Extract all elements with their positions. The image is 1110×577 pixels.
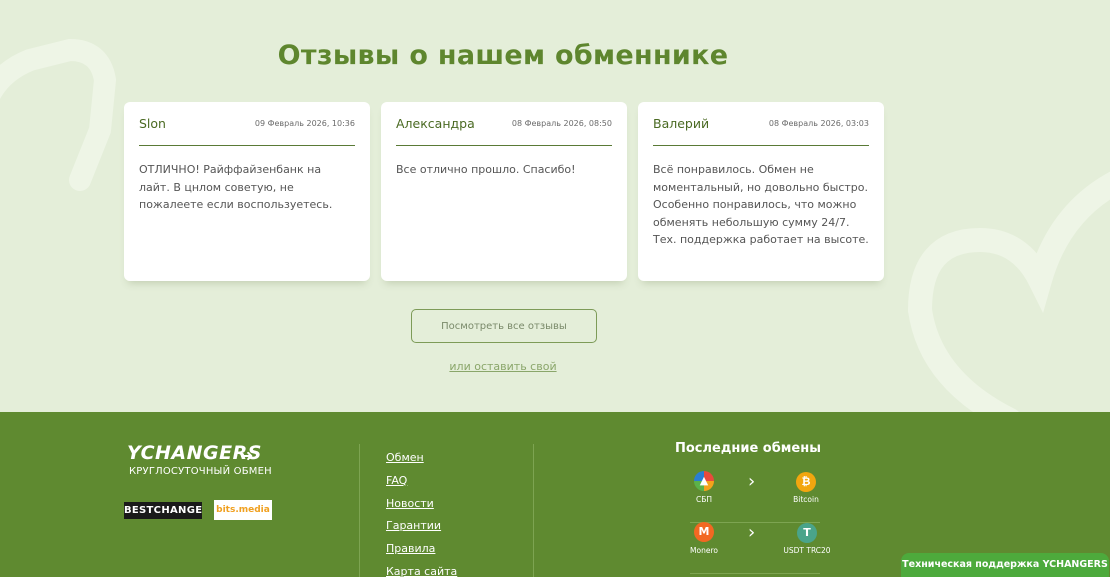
bits-media-badge[interactable]: bits.media	[214, 500, 272, 520]
footer-link-faq[interactable]: FAQ	[386, 474, 407, 487]
review-header: Валерий 08 Февраль 2026, 03:03	[653, 102, 869, 146]
footer-divider	[533, 444, 534, 577]
bitcoin-icon: ₿	[796, 472, 816, 492]
sbp-icon: ▲	[694, 471, 714, 491]
review-date: 08 Февраль 2026, 03:03	[768, 119, 869, 128]
footer-link-rules[interactable]: Правила	[386, 542, 435, 555]
review-text: Всё понравилось. Обмен не моментальный, …	[653, 163, 869, 246]
support-chat-button[interactable]: Техническая поддержка YCHANGERS 24/7	[901, 553, 1109, 577]
reviews-section: Отзывы о нашем обменнике Slon 09 Февраль…	[0, 0, 1110, 412]
footer-nav: Обмен FAQ Новости Гарантии Правила Карта…	[386, 446, 457, 577]
footer-divider	[359, 444, 360, 577]
chevron-right-icon: ›	[748, 522, 756, 543]
tether-icon: T	[797, 523, 817, 543]
view-all-reviews-button[interactable]: Посмотреть все отзывы	[411, 309, 597, 343]
footer-link-news[interactable]: Новости	[386, 497, 434, 510]
exchange-row: M Monero › T USDT TRC20	[690, 522, 831, 574]
logo-tagline: КРУГЛОСУТОЧНЫЙ ОБМЕН	[129, 466, 272, 477]
review-card: Валерий 08 Февраль 2026, 03:03 Всё понра…	[638, 102, 884, 281]
bestchange-badge[interactable]: BESTCHANGE	[124, 502, 202, 519]
leave-review-wrap: или оставить свой	[0, 355, 1006, 374]
monero-icon: M	[694, 522, 714, 542]
review-author: Slon	[139, 116, 166, 131]
exchange-from-label: Monero	[690, 546, 718, 555]
footer-link-sitemap[interactable]: Карта сайта	[386, 565, 457, 577]
exchange-from-label: СБП	[695, 495, 713, 504]
logo-arrow-icon: ➜	[240, 446, 254, 465]
chevron-right-icon: ›	[748, 471, 756, 492]
footer-link-guarantees[interactable]: Гарантии	[386, 519, 441, 532]
review-card: Александра 08 Февраль 2026, 08:50 Все от…	[381, 102, 627, 281]
exchange-to-label: USDT TRC20	[783, 546, 831, 555]
exchange-row: ▲ СБП › ₿ Bitcoin	[690, 471, 820, 523]
footer-link-exchange[interactable]: Обмен	[386, 451, 424, 464]
review-text: ОТЛИЧНО! Райффайзенбанк на лайт. В цнлом…	[139, 163, 333, 211]
review-author: Александра	[396, 116, 475, 131]
review-date: 09 Февраль 2026, 10:36	[254, 119, 355, 128]
review-author: Валерий	[653, 116, 710, 131]
exchange-to-label: Bitcoin	[793, 495, 819, 504]
review-text: Все отлично прошло. Спасибо!	[396, 163, 576, 176]
last-exchanges-title: Последние обмены	[675, 441, 821, 456]
leave-review-link[interactable]: или оставить свой	[449, 360, 556, 373]
review-date: 08 Февраль 2026, 08:50	[511, 119, 612, 128]
review-header: Slon 09 Февраль 2026, 10:36	[139, 102, 355, 146]
review-header: Александра 08 Февраль 2026, 08:50	[396, 102, 612, 146]
page-title: Отзывы о нашем обменнике	[277, 40, 729, 71]
row-divider	[690, 573, 820, 574]
review-card: Slon 09 Февраль 2026, 10:36 ОТЛИЧНО! Рай…	[124, 102, 370, 281]
